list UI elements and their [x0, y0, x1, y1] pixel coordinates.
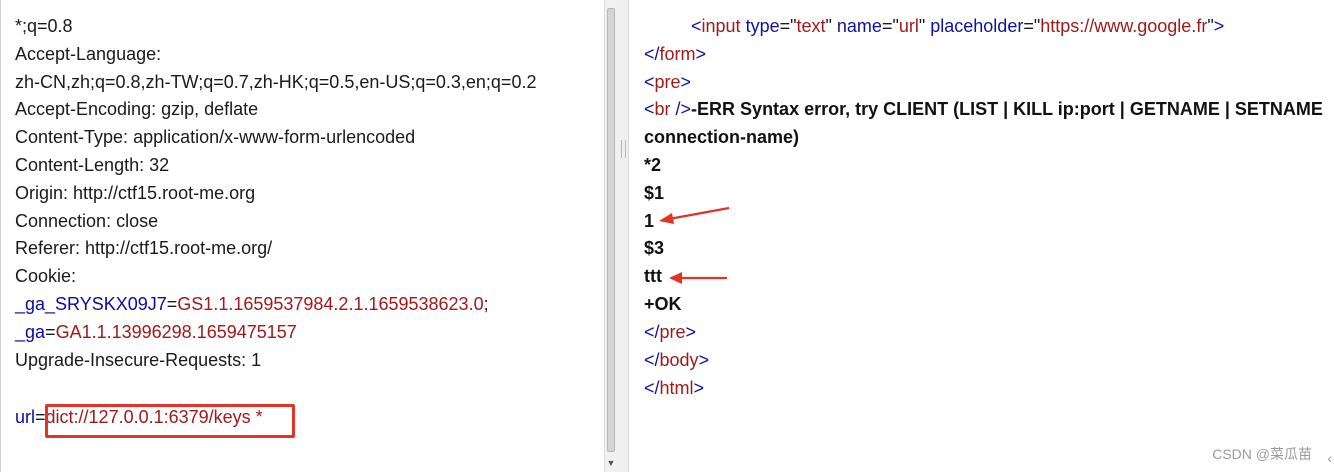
- error-text: -ERR Syntax error, try CLIENT (LIST | KI…: [691, 99, 1323, 119]
- request-line: Origin: http://ctf15.root-me.org: [15, 183, 256, 203]
- error-text-wrap: connection-name): [644, 127, 800, 147]
- request-line: Content-Length: 32: [15, 155, 170, 175]
- watermark: CSDN @菜瓜苗: [1212, 446, 1312, 462]
- tag-name: body: [659, 350, 699, 370]
- request-line: Connection: close: [15, 211, 159, 231]
- vertical-scrollbar[interactable]: ▼: [604, 0, 617, 472]
- request-line: Referer: http://ctf15.root-me.org/: [15, 238, 273, 258]
- request-line: Accept-Encoding: gzip, deflate: [15, 99, 259, 119]
- response-line: <input type="text" name="url" placeholde…: [644, 13, 1224, 39]
- tag-bracket: >: [680, 72, 692, 92]
- attr-equals: =": [881, 16, 899, 36]
- request-line: Content-Type: application/x-www-form-url…: [15, 127, 416, 147]
- request-line: *;q=0.8: [15, 16, 73, 36]
- tag-bracket: </: [644, 44, 660, 64]
- cookie-key: _ga: [15, 322, 46, 342]
- param-equals: =: [35, 407, 46, 427]
- cookie-key: _ga_SRYSKX09J7: [15, 294, 167, 314]
- tag-bracket: >: [698, 350, 710, 370]
- cookie-value: GA1.1.13996298.1659475157: [55, 322, 297, 342]
- attr-value: url: [898, 16, 919, 36]
- cookie-line: _ga_SRYSKX09J7=GS1.1.1659537984.2.1.1659…: [15, 291, 489, 317]
- request-line: zh-CN,zh;q=0.8,zh-TW;q=0.7,zh-HK;q=0.5,e…: [15, 72, 537, 92]
- chevron-left-icon[interactable]: ‹: [1327, 450, 1332, 466]
- attr-equals: =": [779, 16, 797, 36]
- request-line: Upgrade-Insecure-Requests: 1: [15, 350, 262, 370]
- response-line: </pre>: [644, 319, 696, 345]
- tag-bracket: </: [644, 378, 660, 398]
- redis-line: *2: [644, 155, 662, 175]
- attr-name: type: [740, 16, 780, 36]
- arrow-left-icon: [669, 272, 727, 284]
- attr-value: https://www.google.fr: [1040, 16, 1208, 36]
- request-line: Cookie:: [15, 266, 77, 286]
- scroll-thumb[interactable]: [607, 8, 615, 452]
- redis-line: 1: [644, 211, 655, 231]
- response-line: <pre>: [644, 69, 691, 95]
- tag-bracket: <: [691, 16, 702, 36]
- tag-name: br: [654, 99, 671, 119]
- cookie-line: _ga=GA1.1.13996298.1659475157: [15, 319, 297, 345]
- cookie-equals: =: [166, 294, 178, 314]
- redis-line: +OK: [644, 294, 682, 314]
- tag-bracket: </: [644, 350, 660, 370]
- arrow-left-icon: [659, 206, 730, 224]
- pane-splitter[interactable]: [617, 0, 628, 472]
- tag-bracket: >: [693, 378, 705, 398]
- tag-name: form: [659, 44, 696, 64]
- tag-bracket: <: [644, 99, 655, 119]
- redis-line: $1: [644, 183, 665, 203]
- response-line: </form>: [644, 41, 706, 67]
- tag-bracket: >: [695, 44, 707, 64]
- tag-bracket: >: [1213, 16, 1225, 36]
- splitter-grip-icon[interactable]: [621, 140, 626, 158]
- cookie-equals: =: [45, 322, 56, 342]
- redis-line: ttt: [644, 266, 662, 286]
- response-line: </body>: [644, 347, 709, 373]
- tag-bracket: />: [670, 99, 692, 119]
- redis-line: $3: [644, 238, 665, 258]
- highlight-box: [45, 404, 295, 438]
- cookie-separator: ;: [483, 294, 489, 314]
- attr-name: placeholder: [925, 16, 1024, 36]
- response-line: <br />-ERR Syntax error, try CLIENT (LIS…: [644, 96, 1323, 122]
- tag-name: input: [701, 16, 741, 36]
- triangle-down-icon[interactable]: ▼: [605, 456, 617, 470]
- request-line: Accept-Language:: [15, 44, 162, 64]
- cookie-value: GS1.1.1659537984.2.1.1659538623.0: [177, 294, 484, 314]
- attr-name: name: [831, 16, 882, 36]
- tag-name: pre: [654, 72, 681, 92]
- tag-bracket: <: [644, 72, 655, 92]
- response-line: </html>: [644, 375, 704, 401]
- attr-equals: =": [1023, 16, 1041, 36]
- attr-value: text: [796, 16, 826, 36]
- response-pane[interactable]: <input type="text" name="url" placeholde…: [628, 0, 1334, 472]
- tag-name: pre: [659, 322, 686, 342]
- tag-bracket: >: [685, 322, 697, 342]
- tag-bracket: </: [644, 322, 660, 342]
- request-pane[interactable]: *;q=0.8 Accept-Language: zh-CN,zh;q=0.8,…: [0, 0, 604, 472]
- param-key: url: [15, 407, 36, 427]
- tag-name: html: [659, 378, 694, 398]
